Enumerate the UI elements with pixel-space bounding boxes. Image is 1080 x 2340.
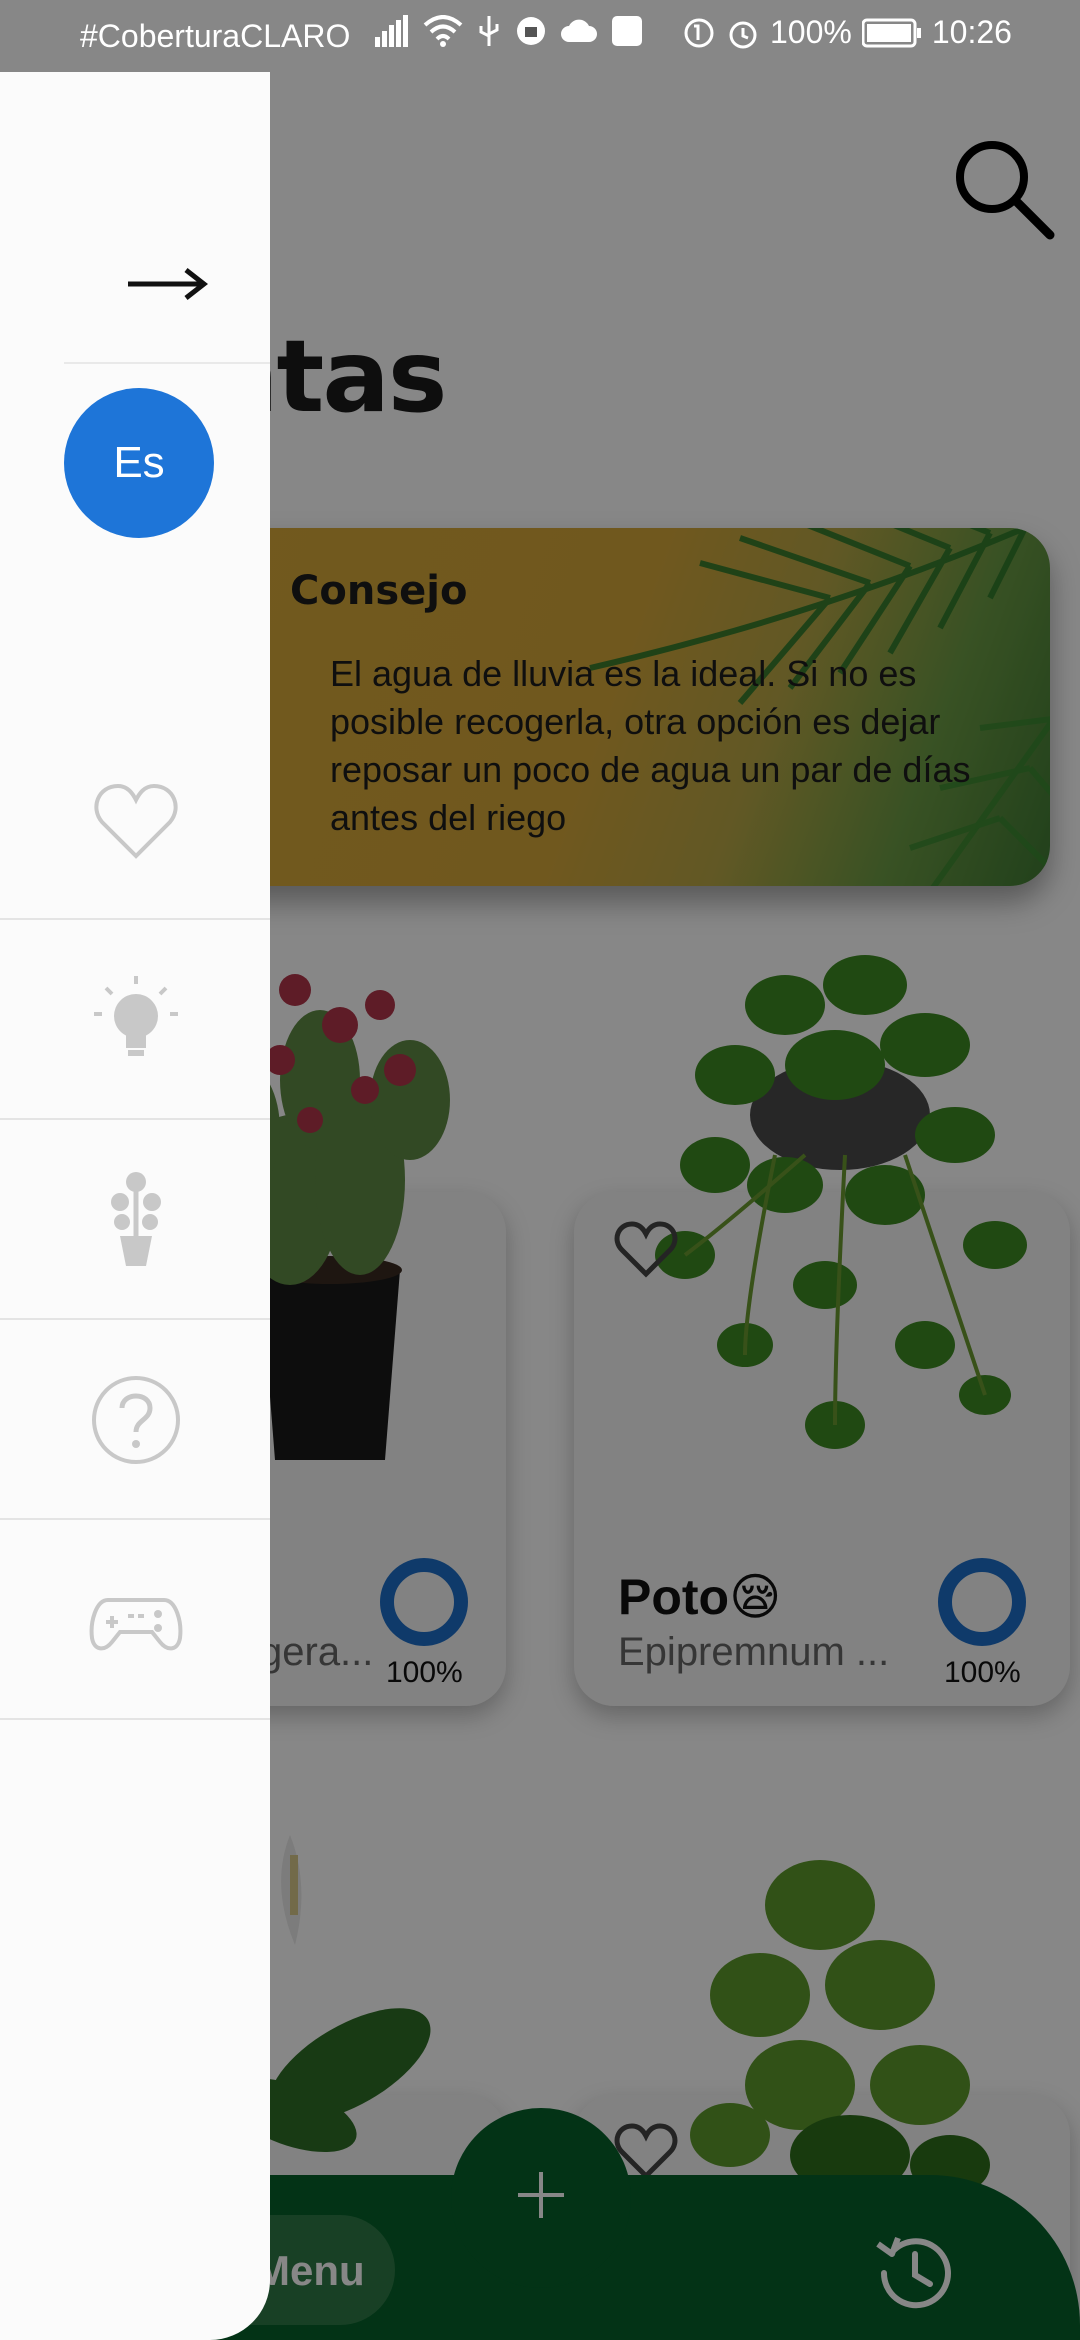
drawer-item-help[interactable]	[0, 1322, 270, 1520]
drawer-item-plants[interactable]	[0, 1122, 270, 1320]
drawer-item-tips[interactable]	[0, 922, 270, 1120]
battery-icon	[861, 18, 921, 47]
alarm-icon	[729, 21, 757, 48]
drawer-item-favorites[interactable]	[0, 722, 270, 920]
navigation-drawer: Es	[0, 72, 270, 2340]
drawer-item-games[interactable]	[0, 1522, 270, 1720]
lightbulb-icon	[94, 976, 178, 1056]
usb-icon	[479, 16, 499, 46]
wifi-icon	[423, 15, 463, 47]
status-right-icons: 100% 10:26	[682, 14, 1012, 51]
signal-icon	[375, 15, 408, 47]
cloud-icon	[561, 19, 597, 42]
plant-icon	[111, 1172, 161, 1266]
language-button[interactable]: Es	[64, 388, 214, 538]
battery-percent: 100%	[770, 14, 852, 50]
carrier-name: #CoberturaCLARO	[80, 18, 351, 54]
help-icon	[92, 1376, 180, 1464]
gamepad-icon	[89, 1598, 183, 1651]
clock: 10:26	[931, 14, 1012, 50]
drawer-divider	[64, 362, 270, 364]
heart-icon	[94, 783, 178, 859]
download-icon	[517, 17, 545, 45]
status-icons	[375, 14, 643, 48]
data-saver-icon	[684, 18, 714, 47]
status-bar: #CoberturaCLARO 100% 10:26	[0, 0, 1080, 72]
hms-icon	[612, 16, 642, 46]
arrow-right-icon[interactable]	[128, 262, 208, 306]
